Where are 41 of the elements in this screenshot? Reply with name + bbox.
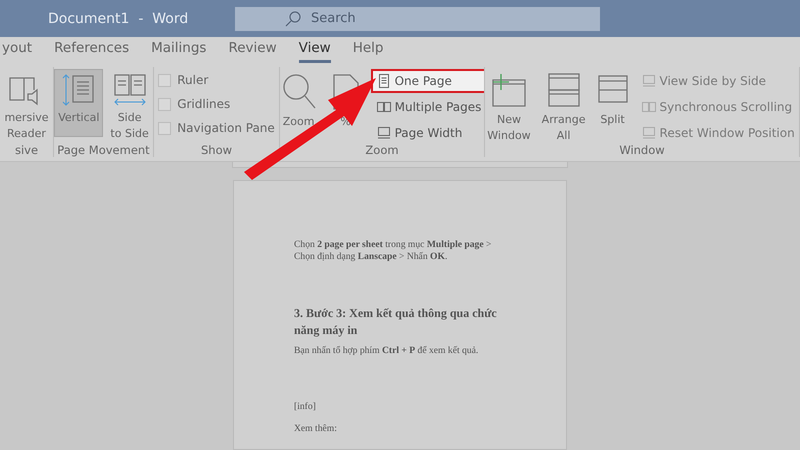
checkbox[interactable] — [158, 74, 172, 86]
checkbox-label: Ruler — [177, 73, 208, 87]
side-by-side-icon — [642, 74, 656, 88]
group-label: Page Movement — [56, 143, 151, 157]
group-label: sive — [14, 143, 40, 157]
group-label: Show — [200, 143, 234, 157]
search-icon — [285, 10, 301, 26]
ribbon-button[interactable]: Multiple Pages — [370, 95, 484, 119]
page-icon — [376, 74, 391, 88]
window-title: Document1 - Word — [48, 10, 190, 26]
checkbox-label: Navigation Pane — [177, 121, 275, 135]
ribbon-button[interactable]: Side to Side — [106, 69, 153, 143]
ribbon-tab[interactable]: yout — [2, 40, 32, 63]
document-paragraph: Xem thêm: — [294, 423, 338, 435]
ribbon-button[interactable]: One Page — [370, 69, 484, 93]
document-paragraph: [info] — [294, 401, 317, 413]
ribbon-tab[interactable]: Help — [352, 40, 384, 63]
ribbon-button[interactable]: Page Width — [370, 121, 484, 143]
group-label: Zoom — [364, 143, 400, 157]
ribbon-button[interactable]: Zoom — [280, 69, 321, 137]
ribbon-tab[interactable]: Review — [228, 40, 277, 63]
two-pages-icon — [376, 100, 391, 114]
ribbon-button[interactable]: mersive Reader — [0, 69, 53, 143]
document-heading: 3. Bước 3: Xem kết quả thông qua chức năng máy in — [294, 305, 498, 339]
ribbon-tab[interactable]: References — [54, 40, 130, 63]
checkbox[interactable] — [158, 122, 172, 134]
page-width-icon — [376, 126, 391, 140]
ribbon-tab[interactable]: Mailings — [151, 40, 206, 63]
ribbon-button[interactable]: Split — [592, 69, 633, 137]
checkbox[interactable] — [158, 98, 172, 110]
checkbox-label: Gridlines — [177, 97, 230, 111]
reset-window-icon — [642, 126, 656, 140]
group-label: Window — [618, 143, 666, 157]
ribbon-button[interactable]: Vertical — [54, 69, 104, 137]
document-paragraph: Bạn nhấn tổ hợp phím Ctrl + P để xem kết quả. — [294, 345, 480, 357]
document-paragraph: Chọn 2 page per sheet trong mục Multiple page > Chọn định dạng Lanscape > Nhấn OK. — [294, 239, 492, 263]
ribbon-button[interactable]: New Window — [485, 69, 535, 143]
search-field[interactable]: Search — [235, 6, 600, 30]
ribbon-button[interactable]: Arrange All — [538, 69, 590, 143]
sync-scroll-icon — [642, 100, 656, 114]
side-pages-icon — [112, 72, 148, 108]
